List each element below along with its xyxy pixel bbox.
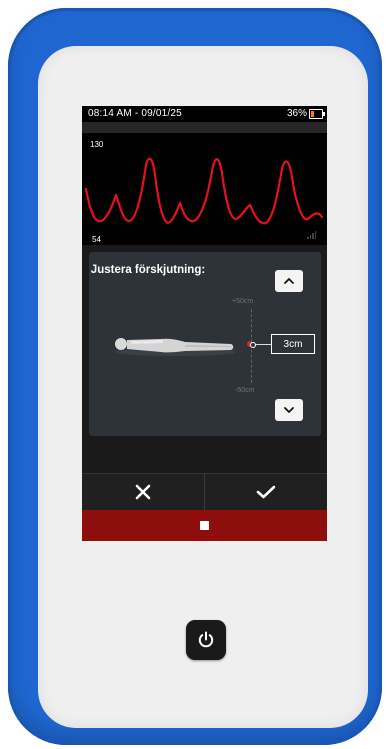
scale-max-label: +50cm (232, 298, 254, 305)
waveform-display: 130 54 (82, 133, 327, 245)
offset-adjust-panel: Justera förskjutning: +50cm 3cm -50cm (89, 252, 321, 436)
increase-offset-button[interactable] (275, 270, 303, 292)
battery-icon (309, 109, 325, 119)
cancel-button[interactable] (82, 474, 204, 510)
status-bar: 08:14 AM - 09/01/25 36% (82, 106, 327, 122)
device-screen: 08:14 AM - 09/01/25 36% 130 54 Justera f… (82, 106, 327, 541)
decrease-offset-button[interactable] (275, 399, 303, 421)
datetime: 08:14 AM - 09/01/25 (88, 108, 182, 119)
chevron-up-icon (284, 278, 294, 284)
close-icon (135, 484, 151, 500)
signal-icon (307, 231, 317, 239)
power-icon (198, 631, 214, 648)
checkmark-icon (256, 485, 276, 499)
stop-button[interactable] (82, 510, 327, 541)
patient-figure (115, 338, 235, 356)
waveform-trace (84, 157, 324, 225)
confirm-button[interactable] (205, 474, 327, 510)
power-button[interactable] (186, 620, 226, 660)
battery-percent: 36% (286, 108, 307, 119)
header-gap (82, 122, 327, 133)
scale-min-label: -50cm (235, 387, 255, 394)
action-bar (82, 474, 327, 510)
offset-value: 3cm (271, 334, 315, 354)
panel-title: Justera förskjutning: (90, 264, 206, 276)
stop-icon (200, 521, 209, 530)
chevron-down-icon (284, 407, 294, 413)
offset-connector (250, 342, 271, 348)
